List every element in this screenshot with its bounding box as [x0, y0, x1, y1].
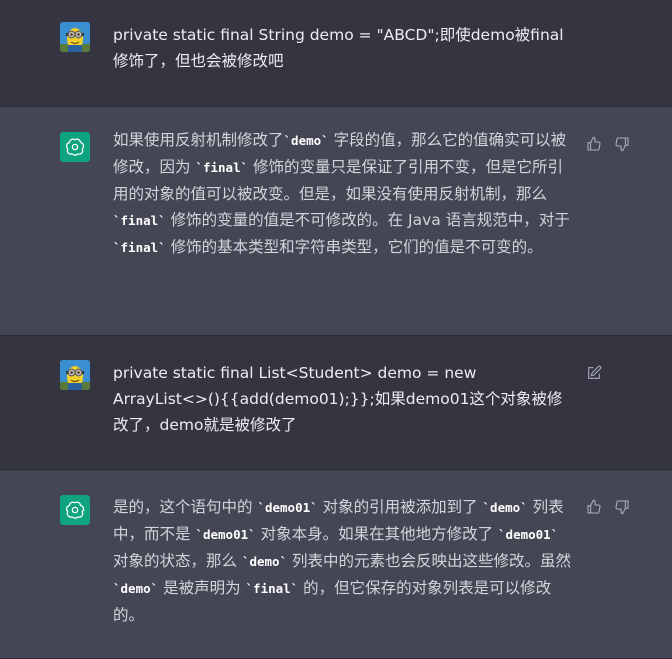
text-segment: 对象的引用被添加到了 — [317, 498, 483, 516]
inline-code: `demo01` — [257, 500, 318, 515]
chat-thread: private static final String demo = "ABCD… — [0, 0, 672, 659]
openai-logo-icon — [60, 495, 90, 525]
text-segment: 修饰的基本类型和字符串类型，它们的值是不可变的。 — [165, 238, 543, 256]
inline-code: `demo01` — [195, 527, 256, 542]
text-segment: 是被声明为 — [158, 579, 246, 597]
text-segment: 对象的状态，那么 — [113, 552, 242, 570]
edit-icon[interactable] — [586, 365, 602, 381]
inline-code: `final` — [113, 240, 166, 255]
inline-code: `final` — [113, 213, 166, 228]
inline-code: `demo` — [482, 500, 528, 515]
message-text: 如果使用反射机制修改了`demo` 字段的值，那么它的值确实可以被修改，因为 `… — [113, 127, 575, 261]
inline-code: `final` — [245, 581, 299, 596]
text-segment: private static final String demo = "ABCD… — [113, 26, 564, 70]
inline-code: `demo` — [241, 554, 288, 569]
text-segment: 对象本身。如果在其他地方修改了 — [255, 525, 499, 543]
user-message: private static final List<Student> demo … — [0, 336, 672, 470]
openai-logo-icon — [60, 132, 90, 162]
user-message: private static final String demo = "ABCD… — [0, 0, 672, 107]
thumbs-up-icon[interactable] — [586, 499, 602, 515]
thumbs-up-icon[interactable] — [586, 136, 602, 152]
assistant-message: 是的，这个语句中的 `demo01` 对象的引用被添加到了 `demo` 列表中… — [0, 470, 672, 659]
minion-avatar-icon — [60, 22, 90, 52]
inline-code: `demo01` — [498, 527, 559, 542]
edit-actions — [586, 365, 602, 381]
thumbs-down-icon[interactable] — [614, 499, 630, 515]
minion-avatar-icon — [60, 360, 90, 390]
message-text: 是的，这个语句中的 `demo01` 对象的引用被添加到了 `demo` 列表中… — [113, 494, 575, 628]
message-text: private static final String demo = "ABCD… — [113, 22, 575, 74]
inline-code: `final` — [195, 160, 249, 175]
assistant-message: 如果使用反射机制修改了`demo` 字段的值，那么它的值确实可以被修改，因为 `… — [0, 107, 672, 336]
text-segment: private static final List<Student> demo … — [113, 364, 563, 434]
text-segment: 修饰的变量的值是不可修改的。在 Java 语言规范中，对于 — [165, 211, 570, 229]
inline-code: `demo` — [283, 133, 329, 148]
text-segment: 列表中的元素也会反映出这些修改。虽然 — [287, 552, 572, 570]
text-segment: 是的，这个语句中的 — [113, 498, 258, 516]
feedback-actions — [586, 499, 630, 515]
feedback-actions — [586, 136, 630, 152]
inline-code: `demo` — [113, 581, 159, 596]
text-segment: 如果使用反射机制修改了 — [113, 131, 284, 149]
thumbs-down-icon[interactable] — [614, 136, 630, 152]
message-text: private static final List<Student> demo … — [113, 360, 575, 438]
